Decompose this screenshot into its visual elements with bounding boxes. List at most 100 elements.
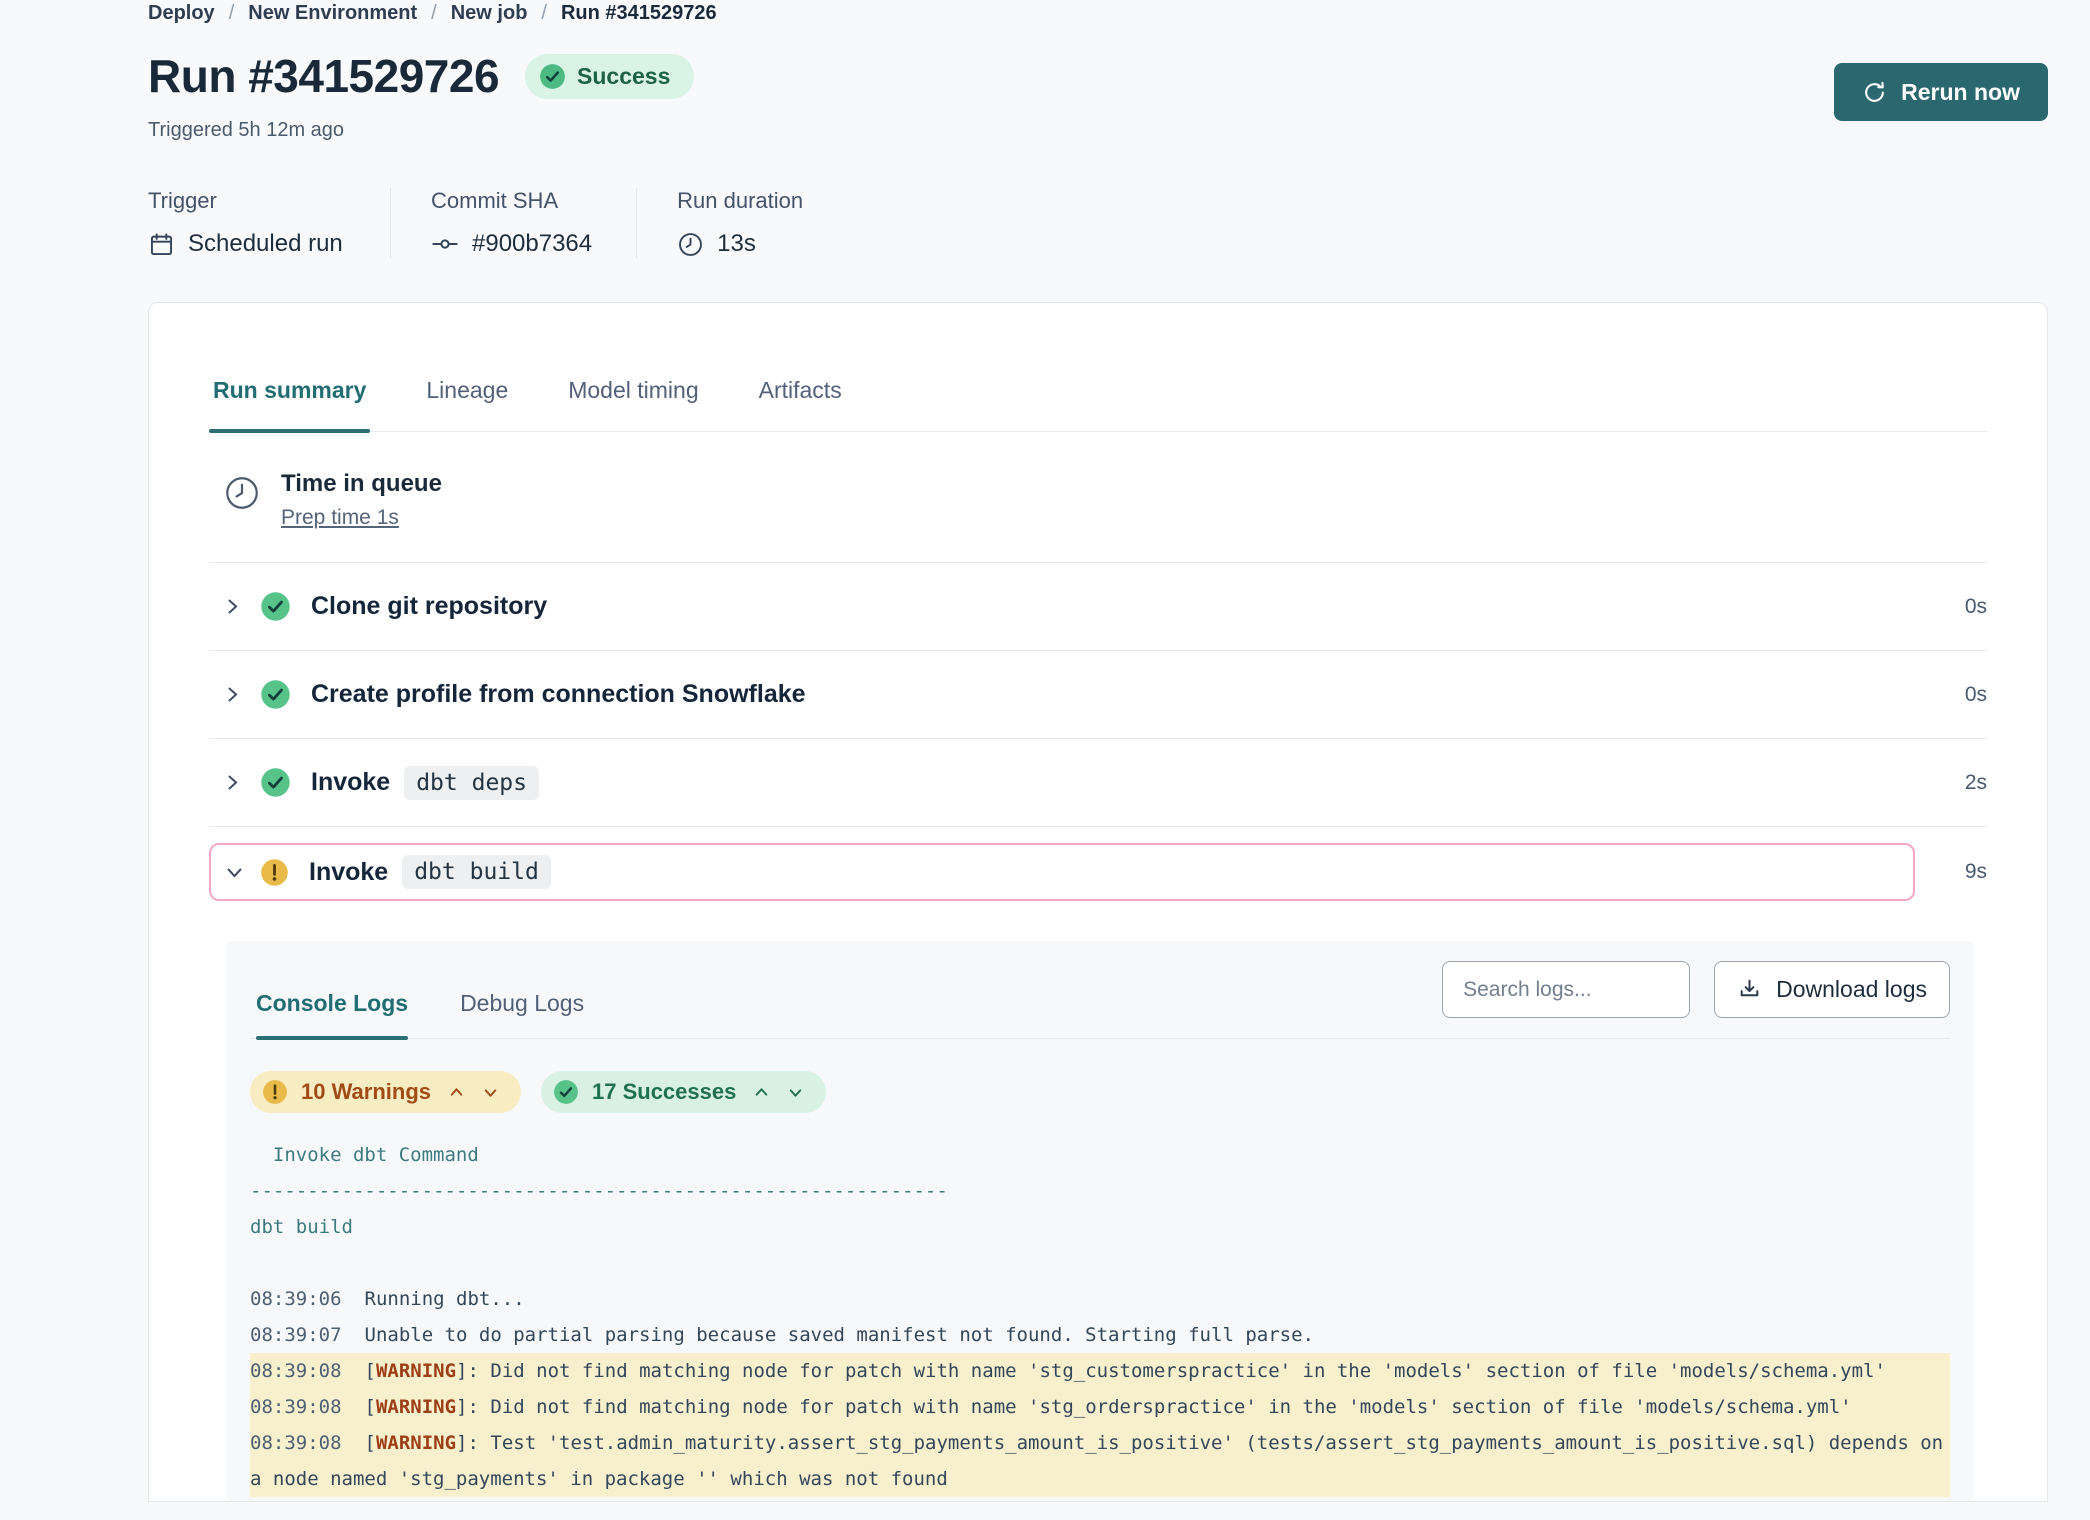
log-line-warning: 08:39:08[WARNING]: Did not find matching… <box>250 1353 1950 1389</box>
log-line: 08:39:06 Running dbt... <box>250 1281 1950 1317</box>
log-line: ----------------------------------------… <box>250 1173 1950 1209</box>
success-icon <box>260 767 291 798</box>
success-icon <box>260 679 291 710</box>
rerun-button[interactable]: Rerun now <box>1834 63 2048 121</box>
console-log-output[interactable]: Invoke dbt Command ---------------------… <box>250 1137 1950 1497</box>
log-panel: Console Logs Debug Logs Download logs <box>226 941 1974 1501</box>
warning-icon <box>262 1079 288 1105</box>
trigger-value: Scheduled run <box>188 230 343 258</box>
warning-token: WARNING <box>376 1432 456 1454</box>
step-title: Invoke <box>309 858 388 887</box>
tab-debug-logs[interactable]: Debug Logs <box>460 990 584 1038</box>
caret-down-icon[interactable] <box>787 1084 804 1101</box>
duration-label: Run duration <box>677 188 836 214</box>
refresh-icon <box>1862 80 1887 105</box>
bracket: [ <box>365 1360 376 1382</box>
log-message: Running dbt... <box>365 1288 525 1310</box>
bracket: ]: <box>456 1432 490 1454</box>
breadcrumb-item-job[interactable]: New job <box>451 2 528 25</box>
chevron-right-icon[interactable] <box>223 597 242 616</box>
rerun-label: Rerun now <box>1901 79 2020 106</box>
triggered-text: Triggered 5h 12m ago <box>148 119 694 142</box>
log-timestamp: 08:39:08 <box>250 1396 342 1418</box>
breadcrumb-item-deploy[interactable]: Deploy <box>148 2 215 25</box>
step-row-dbt-deps[interactable]: Invoke dbt deps 2s <box>209 739 1987 827</box>
step-row-clone-git[interactable]: Clone git repository 0s <box>209 563 1987 651</box>
warning-token: WARNING <box>376 1396 456 1418</box>
bracket: ]: <box>456 1396 490 1418</box>
run-tabs: Run summary Lineage Model timing Artifac… <box>209 377 1987 432</box>
step-title: Clone git repository <box>311 592 547 621</box>
log-tabs: Console Logs Debug Logs <box>250 990 584 1038</box>
log-message: Did not find matching node for patch wit… <box>490 1396 1851 1418</box>
breadcrumb-separator: / <box>431 2 437 25</box>
step-duration: 2s <box>1965 771 1987 795</box>
download-label: Download logs <box>1776 976 1927 1003</box>
step-title: Create profile from connection Snowflake <box>311 680 806 709</box>
log-timestamp: 08:39:07 <box>250 1324 342 1346</box>
trigger-label: Trigger <box>148 188 346 214</box>
tab-console-logs[interactable]: Console Logs <box>256 990 408 1038</box>
step-duration: 0s <box>1965 683 1987 707</box>
tab-run-summary[interactable]: Run summary <box>209 377 370 431</box>
caret-up-icon[interactable] <box>753 1084 770 1101</box>
clock-icon <box>677 231 704 258</box>
meta-trigger: Trigger Scheduled run <box>148 188 391 258</box>
success-icon <box>539 63 566 90</box>
search-logs-input[interactable] <box>1442 961 1690 1018</box>
commit-value: #900b7364 <box>472 230 592 258</box>
caret-up-icon[interactable] <box>448 1084 465 1101</box>
breadcrumb-separator: / <box>541 2 547 25</box>
log-badges: 10 Warnings 17 Successes <box>250 1071 1950 1113</box>
successes-badge[interactable]: 17 Successes <box>541 1071 826 1113</box>
dbt-build-toggle[interactable]: Invoke dbt build <box>209 843 1915 901</box>
calendar-icon <box>148 231 175 258</box>
log-panel-header: Console Logs Debug Logs Download logs <box>250 961 1950 1039</box>
bracket: [ <box>365 1432 376 1454</box>
log-controls: Download logs <box>1442 961 1950 1018</box>
download-icon <box>1737 977 1762 1002</box>
log-message: Did not find matching node for patch wit… <box>490 1360 1886 1382</box>
queue-clock-icon <box>223 474 261 512</box>
log-message: Unable to do partial parsing because sav… <box>365 1324 1314 1346</box>
log-line: Invoke dbt Command <box>250 1137 1950 1173</box>
chevron-right-icon[interactable] <box>223 773 242 792</box>
log-line-warning: 08:39:08[WARNING]: Test 'test.admin_matu… <box>250 1425 1950 1497</box>
bracket: ]: <box>456 1360 490 1382</box>
warnings-badge[interactable]: 10 Warnings <box>250 1071 521 1113</box>
caret-down-icon[interactable] <box>482 1084 499 1101</box>
breadcrumb: Deploy / New Environment / New job / Run… <box>148 2 2048 25</box>
log-line: dbt build <box>250 1209 1950 1245</box>
meta-commit: Commit SHA #900b7364 <box>391 188 637 258</box>
log-timestamp: 08:39:06 <box>250 1288 342 1310</box>
bracket: [ <box>365 1396 376 1418</box>
download-logs-button[interactable]: Download logs <box>1714 961 1950 1018</box>
breadcrumb-separator: / <box>229 2 235 25</box>
warnings-badge-label: 10 Warnings <box>301 1079 431 1105</box>
success-icon <box>260 591 291 622</box>
warning-icon <box>260 858 289 887</box>
warning-token: WARNING <box>376 1360 456 1382</box>
tab-lineage[interactable]: Lineage <box>422 377 512 431</box>
code-chip: dbt deps <box>404 766 539 800</box>
successes-badge-label: 17 Successes <box>592 1079 736 1105</box>
code-chip: dbt build <box>402 855 551 889</box>
page-header: Run #341529726 Success Triggered 5h 12m … <box>148 49 2048 142</box>
tab-model-timing[interactable]: Model timing <box>564 377 702 431</box>
commit-icon <box>431 230 459 258</box>
time-in-queue-section: Time in queue Prep time 1s <box>209 432 1987 563</box>
breadcrumb-item-environment[interactable]: New Environment <box>248 2 417 25</box>
page-container: Deploy / New Environment / New job / Run… <box>148 0 2048 1502</box>
queue-title: Time in queue <box>281 470 442 498</box>
prep-time-link[interactable]: Prep time 1s <box>281 506 399 530</box>
step-duration: 0s <box>1965 595 1987 619</box>
run-meta: Trigger Scheduled run Commit SHA #900b73… <box>148 188 2048 258</box>
chevron-right-icon[interactable] <box>223 685 242 704</box>
tab-artifacts[interactable]: Artifacts <box>755 377 846 431</box>
step-row-create-profile[interactable]: Create profile from connection Snowflake… <box>209 651 1987 739</box>
chevron-down-icon[interactable] <box>225 863 244 882</box>
step-title: Invoke <box>311 768 390 797</box>
duration-value: 13s <box>717 230 756 258</box>
step-row-dbt-build: Invoke dbt build 9s <box>209 843 1987 901</box>
commit-label: Commit SHA <box>431 188 592 214</box>
